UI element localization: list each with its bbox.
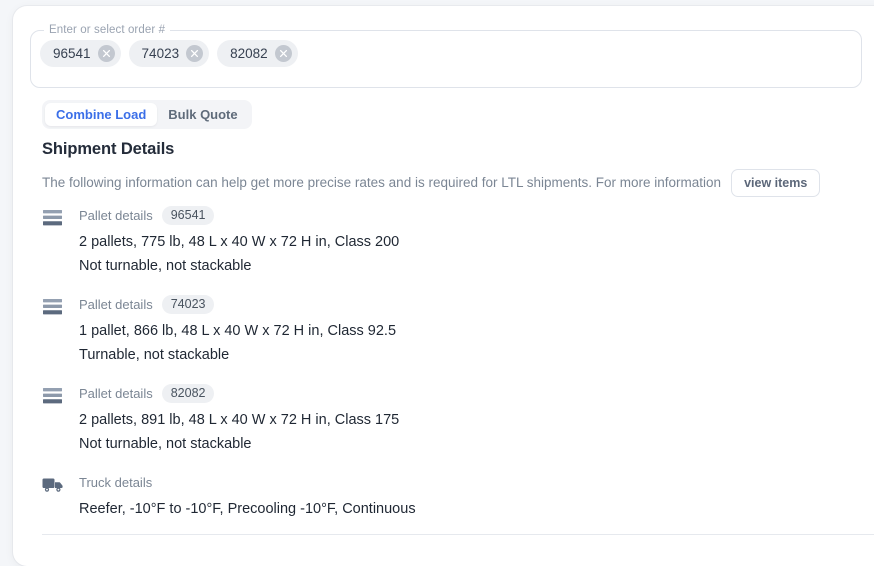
detail-label: Pallet details [79, 297, 153, 312]
order-chip-list: 96541 74023 82082 [40, 40, 298, 67]
detail-line-primary: 2 pallets, 775 lb, 48 L x 40 W x 72 H in… [79, 234, 400, 250]
app-root: Enter or select order # 96541 74023 8208… [0, 0, 874, 566]
view-items-button[interactable]: view items [731, 169, 821, 197]
detail-line-primary: 2 pallets, 891 lb, 48 L x 40 W x 72 H in… [79, 412, 400, 428]
detail-line-primary: Reefer, -10°F to -10°F, Precooling -10°F… [79, 501, 416, 517]
tab-combine-load[interactable]: Combine Load [45, 103, 158, 126]
pallet-icon [42, 209, 64, 227]
order-select-field[interactable]: Enter or select order # 96541 74023 8208… [30, 23, 862, 88]
detail-header: Pallet details 82082 [79, 384, 852, 403]
pallet-icon [42, 298, 64, 316]
status-badge: 82082 [161, 384, 215, 403]
card-content: Enter or select order # 96541 74023 8208… [13, 6, 874, 566]
list-item: Pallet details 74023 1 pallet, 866 lb, 4… [42, 295, 852, 367]
detail-line-secondary: Turnable, not stackable [79, 347, 230, 363]
order-chip-label: 82082 [230, 46, 268, 61]
detail-header: Pallet details 74023 [79, 295, 852, 314]
close-icon[interactable] [97, 45, 115, 62]
list-item: Truck details Reefer, -10°F to -10°F, Pr… [42, 473, 852, 521]
close-icon[interactable] [186, 45, 204, 62]
detail-line-secondary: Not turnable, not stackable [79, 258, 252, 274]
order-chip-label: 96541 [53, 46, 91, 61]
tab-bulk-quote[interactable]: Bulk Quote [157, 103, 248, 126]
order-chip-label: 74023 [141, 46, 180, 61]
order-chip[interactable]: 82082 [217, 40, 298, 67]
page-title: Shipment Details [42, 140, 175, 158]
detail-label: Pallet details [79, 208, 153, 223]
description-row: The following information can help get m… [42, 169, 842, 197]
detail-line-primary: 1 pallet, 866 lb, 48 L x 40 W x 72 H in,… [79, 323, 397, 339]
order-chip[interactable]: 96541 [40, 40, 121, 67]
detail-header: Pallet details 96541 [79, 206, 852, 225]
shipment-details-list: Pallet details 96541 2 pallets, 775 lb, … [42, 206, 852, 538]
order-select-label: Enter or select order # [44, 23, 171, 37]
description-text: The following information can help get m… [42, 175, 722, 190]
mode-tab-group: Combine Load Bulk Quote [42, 100, 252, 129]
detail-label: Truck details [79, 475, 153, 490]
close-icon[interactable] [274, 45, 292, 62]
detail-line-secondary: Not turnable, not stackable [79, 436, 252, 452]
list-item: Pallet details 96541 2 pallets, 775 lb, … [42, 206, 852, 278]
status-badge: 96541 [161, 206, 215, 225]
list-item: Pallet details 82082 2 pallets, 891 lb, … [42, 384, 852, 456]
truck-icon [42, 476, 64, 494]
status-badge: 74023 [161, 295, 215, 314]
detail-label: Pallet details [79, 386, 153, 401]
section-divider [42, 534, 874, 535]
pallet-icon [42, 387, 64, 405]
detail-header: Truck details [79, 473, 852, 492]
shipment-card: Enter or select order # 96541 74023 8208… [13, 6, 874, 566]
order-chip[interactable]: 74023 [128, 40, 210, 67]
